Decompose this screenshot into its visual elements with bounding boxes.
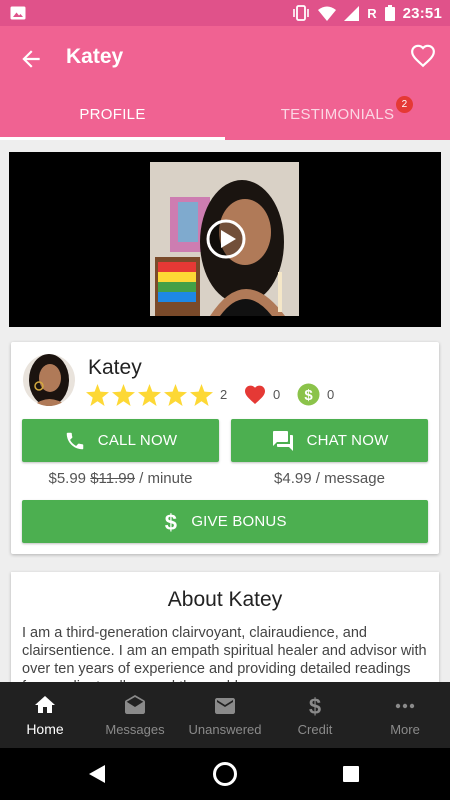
star-icon	[190, 384, 213, 406]
system-recents-icon[interactable]	[343, 766, 359, 782]
heart-outline-icon[interactable]	[410, 43, 436, 69]
back-arrow-icon[interactable]	[18, 46, 44, 72]
give-bonus-button[interactable]: $ GIVE BONUS	[22, 500, 428, 543]
reader-name: Katey	[88, 356, 142, 379]
battery-icon	[384, 5, 395, 21]
svg-text:$: $	[309, 694, 321, 718]
call-now-label: CALL NOW	[97, 432, 178, 449]
status-bar: R 23:51	[0, 0, 450, 26]
favorites-count: 0	[273, 387, 281, 402]
video-thumbnail	[150, 162, 299, 316]
home-icon	[35, 696, 55, 713]
about-title: About Katey	[167, 588, 283, 611]
heart-icon[interactable]	[243, 383, 267, 405]
more-icon	[395, 703, 415, 708]
nav-home[interactable]: Home	[0, 682, 90, 748]
clock: 23:51	[402, 4, 442, 22]
phone-icon	[66, 432, 84, 449]
play-icon[interactable]	[205, 218, 247, 260]
system-navigation-bar	[0, 748, 450, 800]
nav-messages-label: Messages	[105, 721, 165, 737]
star-icon	[138, 384, 161, 406]
call-now-button[interactable]: CALL NOW	[22, 419, 219, 462]
give-bonus-label: GIVE BONUS	[191, 513, 287, 530]
vibrate-icon	[293, 5, 310, 21]
nav-more-label: More	[390, 721, 420, 737]
tab-bar: PROFILE TESTIMONIALS 2	[0, 88, 450, 140]
nav-messages[interactable]: Messages	[90, 682, 180, 748]
call-price: $5.99 $11.99 / minute	[22, 470, 219, 487]
image-notification-icon	[10, 6, 26, 20]
star-icon	[112, 384, 135, 406]
wifi-icon	[318, 6, 337, 21]
svg-text:$: $	[304, 387, 313, 404]
nav-unanswered[interactable]: Unanswered	[180, 682, 270, 748]
nav-credit[interactable]: $ Credit	[270, 682, 360, 748]
nav-home-label: Home	[26, 721, 64, 737]
reader-card: Katey 2 0 $ 0 CALL NOW CHAT NOW $5.99 $1…	[11, 342, 439, 554]
mail-icon	[215, 697, 235, 714]
star-icon	[86, 384, 109, 406]
tab-profile-label: PROFILE	[79, 105, 146, 123]
chat-price: $4.99 / message	[274, 470, 385, 487]
call-price-current: $5.99	[48, 470, 87, 487]
svg-text:$: $	[165, 511, 177, 533]
page-title: Katey	[66, 45, 124, 68]
signal-icon	[344, 5, 360, 21]
dollar-coin-icon: $	[297, 383, 320, 406]
nav-unanswered-label: Unanswered	[188, 721, 262, 737]
dollar-icon: $	[309, 694, 321, 718]
chat-icon	[272, 430, 293, 451]
nav-more[interactable]: More	[360, 682, 450, 748]
tab-testimonials[interactable]: TESTIMONIALS 2	[225, 88, 450, 140]
chat-now-button[interactable]: CHAT NOW	[231, 419, 428, 462]
network-indicator: R	[367, 5, 377, 21]
intro-video-player[interactable]	[9, 152, 441, 327]
system-home-icon[interactable]	[213, 762, 237, 786]
rating-stars	[86, 384, 213, 406]
chat-now-label: CHAT NOW	[306, 432, 389, 449]
system-back-icon[interactable]	[88, 764, 106, 784]
call-price-old: $11.99	[90, 470, 135, 487]
dollar-icon: $	[165, 511, 177, 533]
rating-count: 2	[220, 387, 228, 402]
bottom-navigation: Home Messages Unanswered $ Credit More	[0, 682, 450, 748]
star-icon	[164, 384, 187, 406]
nav-credit-label: Credit	[297, 721, 333, 737]
call-price-unit: / minute	[139, 470, 193, 487]
tab-testimonials-label: TESTIMONIALS	[280, 105, 395, 123]
tab-profile[interactable]: PROFILE	[0, 88, 225, 140]
app-bar: Katey PROFILE TESTIMONIALS 2	[0, 26, 450, 140]
bonus-count: 0	[327, 387, 335, 402]
messages-icon	[125, 694, 145, 714]
avatar	[23, 354, 75, 406]
testimonials-count-badge: 2	[396, 96, 413, 113]
